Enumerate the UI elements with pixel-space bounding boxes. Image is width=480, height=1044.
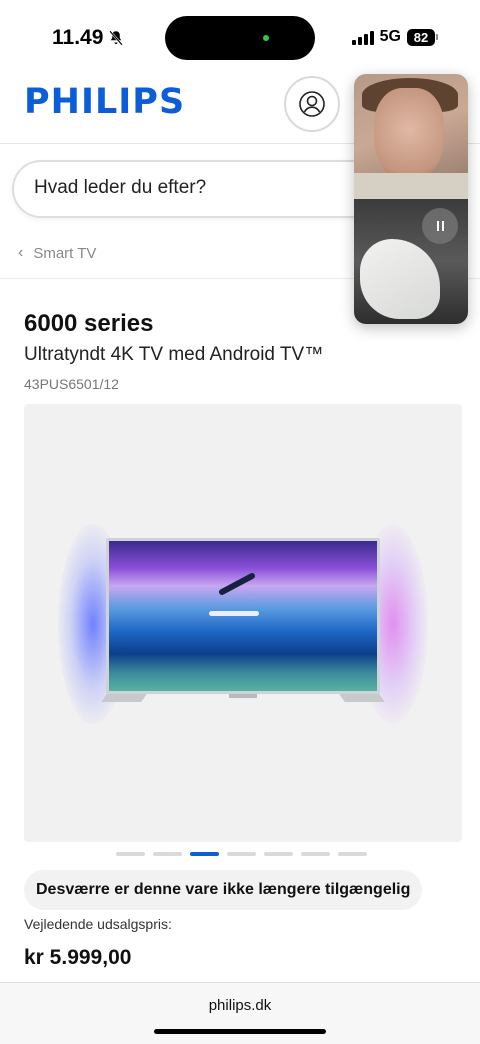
product-subtitle: Ultratyndt 4K TV med Android TV™ [24, 344, 324, 365]
tv-illustration [106, 538, 380, 694]
carousel-dot[interactable] [264, 852, 293, 856]
browser-address-bar[interactable]: philips.dk [0, 982, 480, 1044]
camera-indicator-icon [263, 35, 269, 41]
tv-base [229, 694, 257, 698]
tv-stand-right [339, 694, 385, 702]
status-bar: 11.49 5G 82 [0, 0, 480, 64]
breadcrumb[interactable]: ‹ Smart TV [18, 244, 96, 262]
philips-logo[interactable]: PHILIPS [24, 82, 185, 122]
pip-face [374, 88, 444, 180]
battery-icon: 82 [407, 28, 438, 46]
chevron-left-icon: ‹ [18, 244, 24, 261]
price-value: kr 5.999,00 [24, 946, 132, 969]
network-label: 5G [379, 28, 401, 45]
carousel-indicator[interactable] [116, 852, 367, 856]
signal-icon [351, 29, 374, 45]
pip-video-call[interactable] [354, 74, 468, 324]
product-series: 6000 series [24, 310, 154, 337]
tv-stand-left [101, 694, 147, 702]
product-code: 43PUS6501/12 [24, 376, 119, 392]
carousel-dot[interactable] [338, 852, 367, 856]
battery-level: 82 [407, 28, 435, 46]
account-button[interactable] [284, 76, 340, 132]
breadcrumb-label[interactable]: Smart TV [33, 245, 96, 262]
carousel-dot[interactable] [227, 852, 256, 856]
carousel-dot[interactable] [301, 852, 330, 856]
surfer-shape [217, 571, 257, 597]
unavailable-notice: Desværre er denne vare ikke længere tilg… [24, 870, 423, 910]
carousel-dot[interactable] [153, 852, 182, 856]
tv-screen [109, 541, 377, 691]
price-label: Vejledende udsalgspris: [24, 916, 172, 932]
status-indicators: 5G 82 [351, 28, 438, 46]
url-label[interactable]: philips.dk [0, 997, 480, 1014]
surfboard-shape [209, 611, 259, 616]
dynamic-island [165, 16, 315, 60]
clock-label: 11.49 [52, 26, 104, 49]
home-indicator[interactable] [154, 1029, 326, 1034]
search-input[interactable] [34, 177, 354, 199]
product-image[interactable] [24, 404, 462, 842]
carousel-dot[interactable] [190, 852, 219, 856]
bell-off-icon [109, 30, 124, 46]
user-circle-icon [299, 91, 325, 117]
carousel-dot[interactable] [116, 852, 145, 856]
pip-remote-video [354, 74, 468, 199]
status-time: 11.49 [52, 26, 125, 50]
pause-icon[interactable] [422, 208, 458, 244]
